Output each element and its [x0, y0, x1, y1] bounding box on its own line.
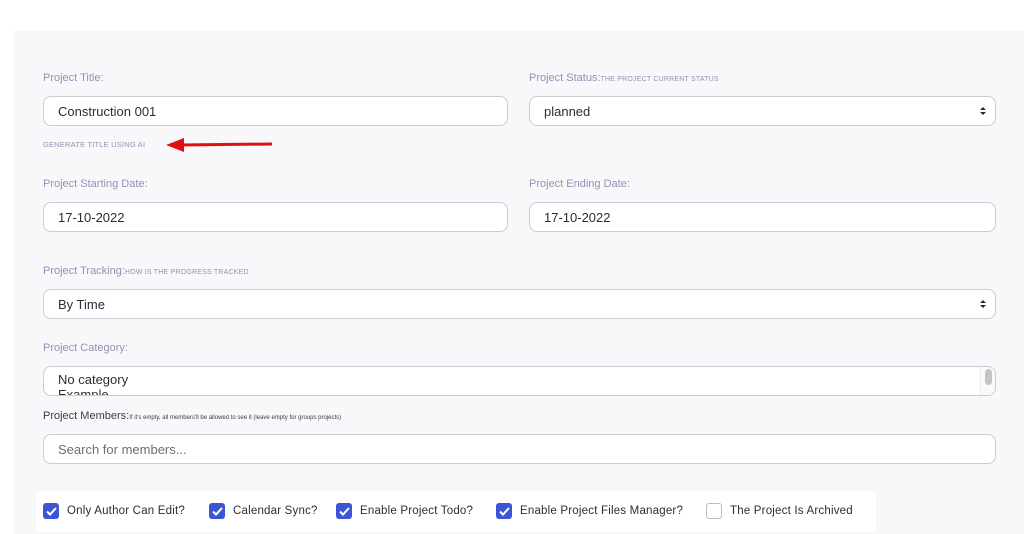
project-title-value: Construction 001 [58, 103, 157, 119]
red-arrow-icon [166, 138, 273, 152]
members-search-input[interactable]: Search for members... [43, 434, 996, 464]
enable-files-manager-label: Enable Project Files Manager? [520, 505, 684, 517]
project-start-date-value: 17-10-2022 [58, 209, 125, 225]
project-title-label: Project Title: [43, 72, 104, 84]
project-end-date-input[interactable]: 17-10-2022 [529, 202, 996, 232]
project-status-select[interactable]: planned [529, 96, 996, 126]
project-end-date-value: 17-10-2022 [544, 209, 611, 225]
calendar-sync-checkbox[interactable]: Calendar Sync? [209, 503, 318, 519]
enable-todo-label: Enable Project Todo? [360, 505, 474, 517]
up-down-chevron-icon [980, 106, 986, 116]
project-tracking-value: By Time [58, 296, 105, 312]
project-start-date-label: Project Starting Date: [43, 178, 148, 190]
members-search-placeholder: Search for members... [58, 441, 187, 457]
checkmark-icon[interactable] [43, 503, 59, 519]
category-option[interactable]: Example [44, 387, 995, 395]
category-option[interactable]: No category [44, 372, 995, 387]
calendar-sync-label: Calendar Sync? [233, 505, 318, 517]
category-scrollbar-thumb[interactable] [985, 369, 992, 385]
enable-files-manager-checkbox[interactable]: Enable Project Files Manager? [496, 503, 683, 519]
project-members-label: Project Members:If it's empty, all membe… [43, 410, 342, 422]
checkmark-icon[interactable] [336, 503, 352, 519]
checkmark-icon[interactable] [496, 503, 512, 519]
project-status-value: planned [544, 103, 591, 119]
project-category-label: Project Category: [43, 342, 128, 354]
project-end-date-label: Project Ending Date: [529, 178, 630, 190]
only-author-edit-checkbox[interactable]: Only Author Can Edit? [43, 503, 185, 519]
category-scrollbar[interactable] [980, 367, 995, 395]
enable-todo-checkbox[interactable]: Enable Project Todo? [336, 503, 473, 519]
up-down-chevron-icon [980, 299, 986, 309]
project-archived-checkbox[interactable]: The Project Is Archived [706, 503, 853, 519]
project-archived-label: The Project Is Archived [730, 505, 853, 517]
project-status-label: Project Status:THE PROJECT CURRENT STATU… [529, 72, 719, 84]
project-start-date-input[interactable]: 17-10-2022 [43, 202, 508, 232]
empty-checkbox-icon[interactable] [706, 503, 722, 519]
checkmark-icon[interactable] [209, 503, 225, 519]
only-author-edit-label: Only Author Can Edit? [67, 505, 185, 517]
project-tracking-select[interactable]: By Time [43, 289, 996, 319]
project-title-input[interactable]: Construction 001 [43, 96, 508, 126]
project-options-bar: Only Author Can Edit? Calendar Sync? Ena… [36, 491, 876, 532]
generate-title-ai-link[interactable]: GENERATE TITLE USING AI [43, 140, 145, 149]
project-tracking-label: Project Tracking:HOW IS THE PROGRESS TRA… [43, 265, 249, 277]
project-category-listbox[interactable]: No category Example [43, 366, 996, 396]
